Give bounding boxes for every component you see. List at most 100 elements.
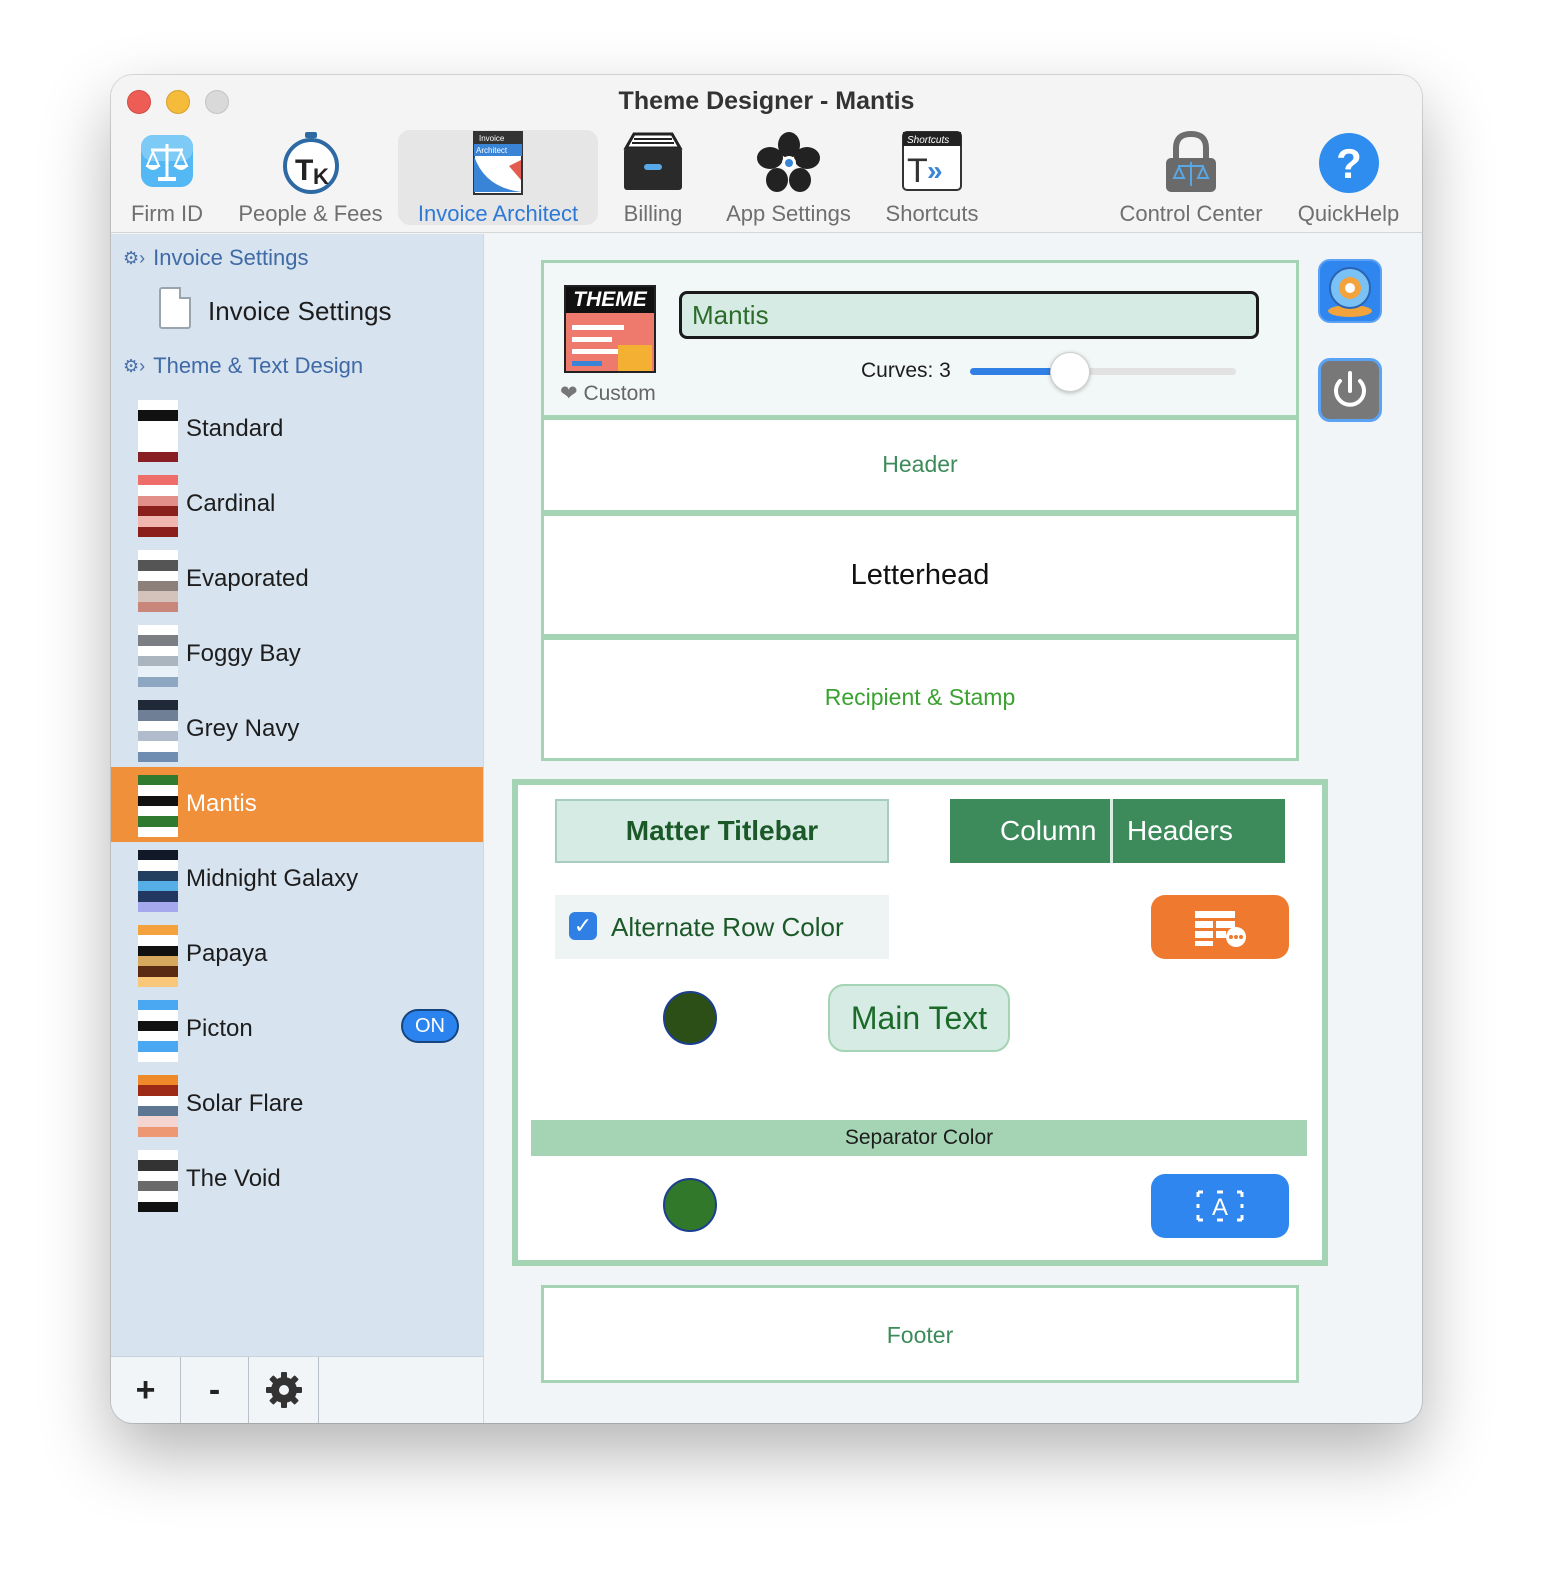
column-divider bbox=[1110, 799, 1113, 863]
toolbar-label: QuickHelp bbox=[1297, 201, 1400, 226]
toolbar-shortcuts[interactable]: Shortcuts T » Shortcuts bbox=[876, 130, 988, 226]
swatch-stripe bbox=[138, 976, 178, 987]
swatch-stripe bbox=[138, 1201, 178, 1212]
recipient-stamp-section[interactable]: Recipient & Stamp bbox=[541, 637, 1299, 761]
sidebar-section-label: Theme & Text Design bbox=[153, 353, 364, 378]
custom-label-text: Custom bbox=[583, 382, 656, 405]
toolbar-billing[interactable]: Billing bbox=[608, 130, 698, 226]
swatch-stripe bbox=[138, 785, 178, 796]
curves-slider-thumb[interactable] bbox=[1050, 352, 1090, 392]
swatch-stripe bbox=[138, 850, 178, 861]
theme-swatch bbox=[138, 1150, 178, 1212]
swatch-stripe bbox=[138, 710, 178, 721]
toolbar-people-fees[interactable]: T K People & Fees bbox=[233, 130, 388, 226]
theme-name-input[interactable]: Mantis bbox=[679, 291, 1259, 339]
on-badge[interactable]: ON bbox=[401, 1009, 459, 1043]
headers-label: Headers bbox=[1127, 815, 1233, 846]
invoice-icon-text: Architect bbox=[476, 146, 508, 155]
remove-theme-button[interactable]: - bbox=[181, 1357, 249, 1423]
theme-icon-label: THEME bbox=[566, 287, 654, 313]
letterhead-label: Letterhead bbox=[850, 559, 990, 591]
theme-item-evaporated[interactable]: Evaporated bbox=[111, 542, 483, 617]
svg-text:K: K bbox=[313, 164, 329, 189]
theme-swatch bbox=[138, 700, 178, 762]
theme-item-papaya[interactable]: Papaya bbox=[111, 917, 483, 992]
svg-text:?: ? bbox=[1336, 140, 1362, 187]
theme-name: Picton bbox=[186, 1015, 253, 1042]
toolbar-invoice-architect[interactable]: Invoice Architect Invoice Architect bbox=[398, 130, 598, 226]
sidebar-section-theme[interactable]: ⚙› Theme & Text Design bbox=[123, 353, 363, 379]
theme-swatch bbox=[138, 1075, 178, 1137]
swatch-stripe bbox=[138, 1041, 178, 1052]
sidebar-section-invoice[interactable]: ⚙› Invoice Settings bbox=[123, 245, 308, 271]
separator-color-swatch[interactable] bbox=[663, 1178, 717, 1232]
curves-label: Curves: 3 bbox=[861, 359, 951, 382]
swatch-stripe bbox=[138, 816, 178, 827]
add-theme-button[interactable]: + bbox=[111, 1357, 181, 1423]
theme-item-midnight-galaxy[interactable]: Midnight Galaxy bbox=[111, 842, 483, 917]
swatch-stripe bbox=[138, 1150, 178, 1161]
swatch-stripe bbox=[138, 1126, 178, 1137]
theme-name: Evaporated bbox=[186, 565, 309, 592]
header-section[interactable]: Header bbox=[541, 417, 1299, 513]
theme-item-standard[interactable]: Standard bbox=[111, 392, 483, 467]
letterhead-section[interactable]: Letterhead bbox=[541, 513, 1299, 637]
main-text-color-swatch[interactable] bbox=[663, 991, 717, 1045]
main-text-button[interactable]: Main Text bbox=[828, 984, 1010, 1052]
gear-icon bbox=[265, 1372, 302, 1408]
swatch-stripe bbox=[138, 400, 178, 411]
table-options-icon bbox=[1195, 911, 1246, 947]
theme-item-picton[interactable]: Picton ON bbox=[111, 992, 483, 1067]
toolbar-quickhelp[interactable]: ? QuickHelp bbox=[1291, 130, 1406, 226]
theme-gallery-button[interactable] bbox=[1318, 259, 1382, 323]
swatch-stripe bbox=[138, 795, 178, 806]
theme-swatch bbox=[138, 475, 178, 537]
theme-item-the-void[interactable]: The Void bbox=[111, 1142, 483, 1217]
shortcuts-icon: Shortcuts T » bbox=[902, 131, 962, 191]
theme-item-solar-flare[interactable]: Solar Flare bbox=[111, 1067, 483, 1142]
swatch-stripe bbox=[138, 966, 178, 977]
heart-icon: ❤ bbox=[560, 382, 578, 405]
swatch-stripe bbox=[138, 1010, 178, 1021]
column-headers-button[interactable]: Column Headers bbox=[950, 799, 1285, 863]
swatch-stripe bbox=[138, 901, 178, 912]
alternate-row-toggle[interactable]: ✓ Alternate Row Color bbox=[555, 895, 889, 959]
footer-section[interactable]: Footer bbox=[541, 1285, 1299, 1383]
theme-item-mantis[interactable]: Mantis bbox=[111, 767, 483, 842]
swatch-stripe bbox=[138, 601, 178, 612]
swatch-stripe bbox=[138, 880, 178, 892]
swatch-stripe bbox=[138, 925, 178, 936]
theme-settings-button[interactable] bbox=[249, 1357, 319, 1423]
document-icon bbox=[159, 287, 191, 329]
swatch-stripe bbox=[138, 655, 178, 667]
theme-item-cardinal[interactable]: Cardinal bbox=[111, 467, 483, 542]
text-style-button[interactable]: A bbox=[1151, 1174, 1289, 1238]
theme-item-foggy-bay[interactable]: Foggy Bay bbox=[111, 617, 483, 692]
table-options-button[interactable] bbox=[1151, 895, 1289, 959]
swatch-stripe bbox=[138, 805, 178, 817]
svg-text:T: T bbox=[907, 152, 928, 190]
custom-label: ❤ Custom bbox=[560, 381, 656, 406]
separator-color-bar[interactable]: Separator Color bbox=[531, 1120, 1307, 1156]
file-box-icon bbox=[623, 132, 683, 190]
toolbar-control-center[interactable]: Control Center bbox=[1111, 130, 1271, 226]
toolbar-app-settings[interactable]: App Settings bbox=[716, 130, 861, 226]
curves-slider[interactable] bbox=[970, 368, 1236, 375]
theme-name: Standard bbox=[186, 415, 284, 442]
swatch-stripe bbox=[138, 516, 178, 527]
theme-name: Grey Navy bbox=[186, 715, 300, 742]
sidebar-item-invoice-settings[interactable]: Invoice Settings bbox=[208, 296, 392, 327]
matter-titlebar-button[interactable]: Matter Titlebar bbox=[555, 799, 889, 863]
power-button[interactable] bbox=[1318, 358, 1382, 422]
swatch-stripe bbox=[138, 1105, 178, 1117]
swatch-stripe bbox=[138, 1020, 178, 1031]
svg-text:»: » bbox=[927, 155, 943, 186]
swatch-stripe bbox=[138, 505, 178, 517]
toolbar-firm-id[interactable]: Firm ID bbox=[122, 130, 212, 226]
theme-name: Midnight Galaxy bbox=[186, 865, 359, 892]
swatch-stripe bbox=[138, 420, 178, 431]
sidebar-section-label: Invoice Settings bbox=[153, 245, 309, 270]
theme-name: Cardinal bbox=[186, 490, 276, 517]
theme-item-grey-navy[interactable]: Grey Navy bbox=[111, 692, 483, 767]
alternate-row-checkbox[interactable]: ✓ bbox=[569, 912, 597, 940]
